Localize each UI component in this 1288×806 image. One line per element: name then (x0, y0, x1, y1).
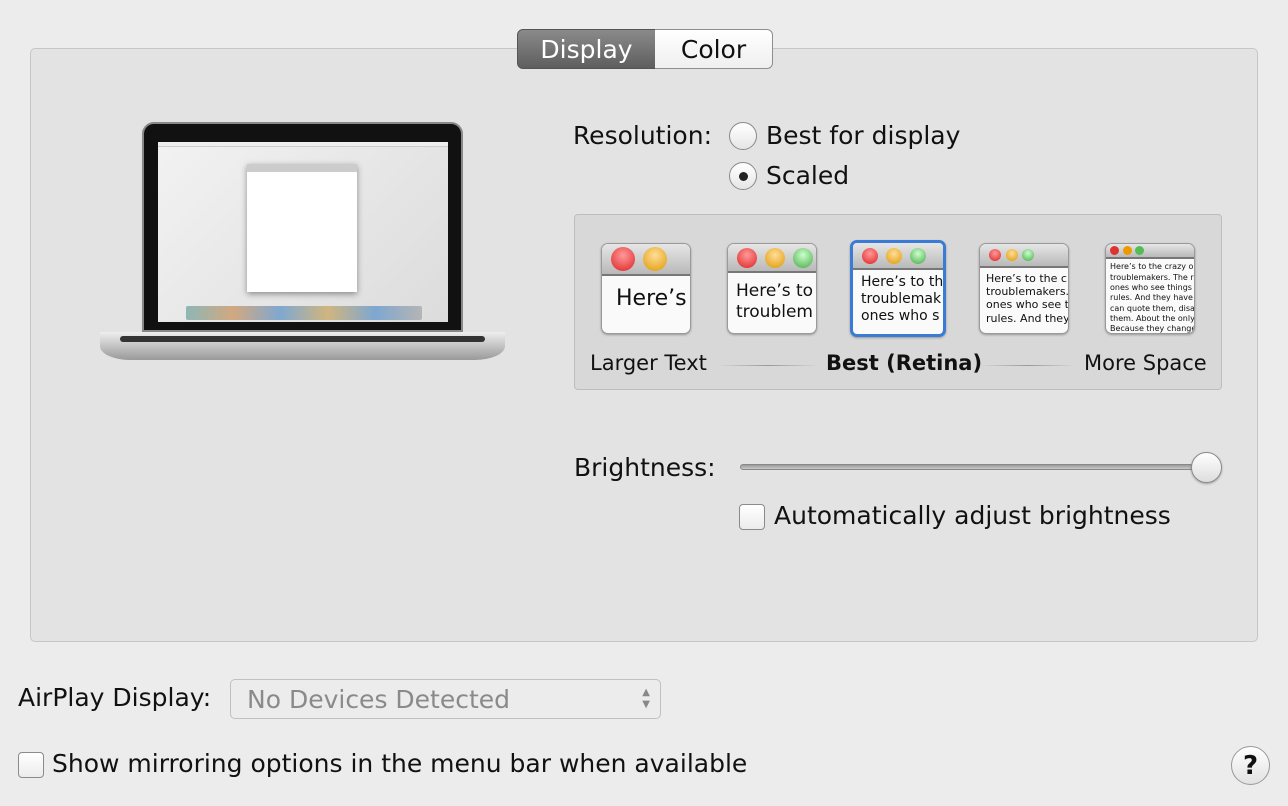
updown-arrows-icon: ▲ ▼ (642, 687, 650, 710)
brightness-slider[interactable] (740, 464, 1220, 470)
scaled-label[interactable]: Scaled (766, 161, 849, 190)
tab-color[interactable]: Color (655, 29, 773, 69)
best-for-display-label[interactable]: Best for display (766, 121, 960, 150)
auto-brightness-checkbox[interactable] (739, 504, 765, 530)
larger-text-label: Larger Text (590, 351, 707, 375)
close-dot-icon (862, 247, 878, 264)
resolution-label: Resolution: (572, 121, 712, 150)
airplay-label: AirPlay Display: (18, 683, 212, 712)
help-button[interactable]: ? (1231, 746, 1270, 785)
minimize-dot-icon (764, 247, 785, 268)
airplay-select-value: No Devices Detected (247, 684, 511, 714)
radio-scaled[interactable] (729, 162, 757, 190)
zoom-dot-icon (910, 247, 927, 264)
thumb-text: Here’s to the cr troublemakers. ones who… (986, 272, 1069, 325)
thumb-text: Here’s (616, 286, 687, 312)
thumb-text: Here’s to troublem (736, 281, 814, 322)
minimize-dot-icon (642, 247, 667, 272)
minimize-dot-icon (1122, 246, 1132, 256)
mirroring-label[interactable]: Show mirroring options in the menu bar w… (52, 749, 747, 778)
scale-divider-right (980, 365, 1075, 366)
auto-brightness-label[interactable]: Automatically adjust brightness (774, 501, 1171, 530)
zoom-dot-icon (1135, 246, 1145, 256)
zoom-dot-icon (792, 247, 813, 268)
resolution-option-1[interactable]: Here’s (601, 243, 691, 334)
brightness-slider-knob[interactable] (1191, 452, 1222, 483)
mirroring-checkbox[interactable] (18, 752, 44, 778)
resolution-option-5[interactable]: Here’s to the crazy ones troublemakers. … (1105, 243, 1195, 334)
thumb-text: Here’s to th troublemak ones who s (861, 274, 944, 324)
airplay-display-select[interactable]: No Devices Detected ▲ ▼ (230, 679, 661, 719)
laptop-image (100, 122, 505, 367)
brightness-label: Brightness: (574, 453, 716, 482)
more-space-label: More Space (1084, 351, 1207, 375)
close-dot-icon (736, 247, 757, 268)
scale-divider-left (718, 365, 818, 366)
resolution-option-2[interactable]: Here’s to troublem (727, 243, 817, 334)
close-dot-icon (988, 249, 1001, 261)
tab-display[interactable]: Display (517, 29, 656, 69)
minimize-dot-icon (886, 247, 903, 264)
close-dot-icon (610, 247, 635, 272)
minimize-dot-icon (1005, 249, 1018, 261)
resolution-option-3[interactable]: Here’s to th troublemak ones who s (850, 240, 946, 337)
zoom-dot-icon (1022, 249, 1035, 261)
close-dot-icon (1110, 246, 1120, 256)
radio-best-for-display[interactable] (729, 122, 757, 150)
resolution-option-4[interactable]: Here’s to the cr troublemakers. ones who… (979, 243, 1069, 334)
best-retina-label: Best (Retina) (826, 351, 983, 375)
thumb-text: Here’s to the crazy ones troublemakers. … (1110, 262, 1195, 334)
